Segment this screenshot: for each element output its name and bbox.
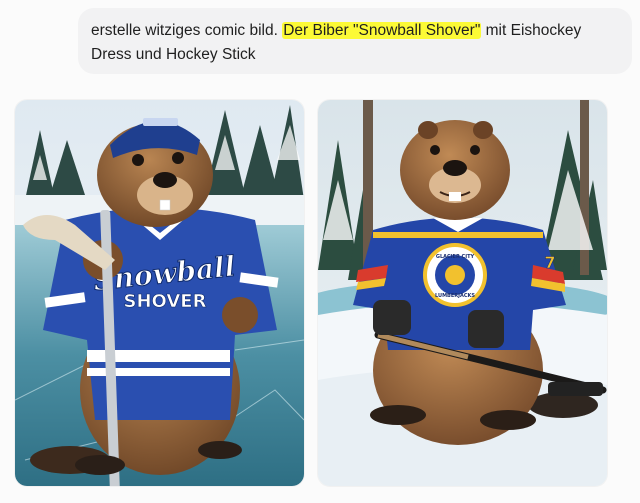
crest-text-bottom: LUMBERJACKS xyxy=(435,293,475,299)
prompt-text-before: erstelle witziges comic bild. xyxy=(91,22,283,39)
jersey-text-line2: SHOVER xyxy=(124,291,207,312)
crest-text-top: GLACIER CITY xyxy=(436,254,475,260)
prompt-text-highlight: Der Biber "Snowball Shover" xyxy=(282,22,482,39)
generated-image-2[interactable]: GLACIER CITY LUMBERJACKS 7 xyxy=(318,100,607,486)
image-2-illustration: GLACIER CITY LUMBERJACKS 7 xyxy=(318,100,607,486)
sleeve-number: 7 xyxy=(544,253,555,272)
chat-page: erstelle witziges comic bild. Der Biber … xyxy=(0,0,640,503)
image-1-illustration: Snowball SHOVER xyxy=(15,100,304,486)
generated-image-1[interactable]: Snowball SHOVER xyxy=(15,100,304,486)
user-message-bubble: erstelle witziges comic bild. Der Biber … xyxy=(78,8,632,74)
